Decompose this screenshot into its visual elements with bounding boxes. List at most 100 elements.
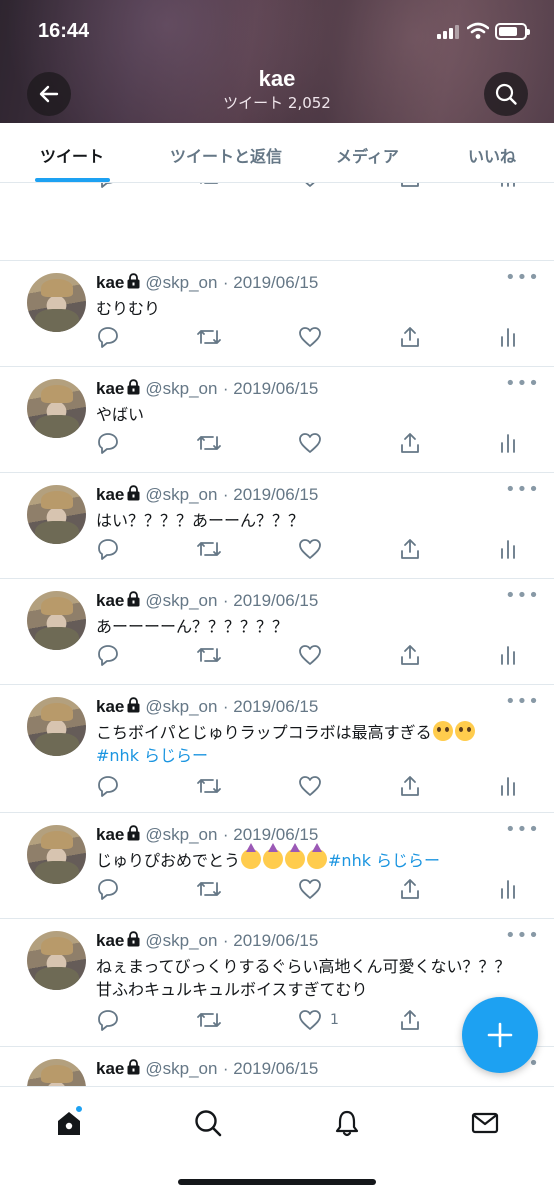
hashtag-link[interactable]: #nhk らじらー <box>96 746 208 765</box>
tweet-feed[interactable]: kae@skp_on · 2019/06/15•••ゆごじゅりやばい kae @sk… <box>0 183 554 1086</box>
like-button[interactable] <box>298 536 330 562</box>
lock-icon <box>127 697 140 713</box>
more-icon[interactable]: ••• <box>505 819 540 840</box>
author-name[interactable]: kae <box>96 591 124 610</box>
author-name[interactable]: kae <box>96 485 124 504</box>
author-name[interactable]: kae <box>96 379 124 398</box>
avatar[interactable] <box>27 379 86 438</box>
retweet-button[interactable] <box>196 324 222 350</box>
reply-button[interactable] <box>96 773 120 799</box>
more-icon[interactable]: ••• <box>505 925 540 946</box>
like-button[interactable] <box>298 430 330 456</box>
share-button[interactable] <box>398 1007 422 1033</box>
tweet-meta: kae @skp_on · 2019/06/15 <box>96 697 318 718</box>
share-icon <box>401 539 419 559</box>
author-name[interactable]: kae <box>96 1059 124 1078</box>
more-icon[interactable]: ••• <box>505 373 540 394</box>
author-handle: @skp_on <box>145 379 218 398</box>
like-button[interactable] <box>298 642 330 668</box>
nav-notifications[interactable] <box>329 1105 365 1141</box>
share-button[interactable] <box>398 642 422 668</box>
reply-button[interactable] <box>96 324 120 350</box>
tweet[interactable]: kae @skp_on · 2019/06/15 ••• あーーーーん？？？？？？ <box>0 579 554 685</box>
like-button[interactable] <box>298 183 330 190</box>
tab-tweets[interactable]: ツイート <box>40 143 104 167</box>
reply-button[interactable] <box>96 1007 120 1033</box>
retweet-button[interactable] <box>196 876 222 902</box>
more-icon[interactable]: ••• <box>505 585 540 606</box>
retweet-button[interactable] <box>196 773 222 799</box>
avatar[interactable] <box>27 273 86 332</box>
analytics-button[interactable] <box>498 876 518 902</box>
partying-face-emoji <box>263 843 284 869</box>
nav-home[interactable] <box>51 1105 87 1141</box>
share-button[interactable] <box>398 876 422 902</box>
analytics-button[interactable] <box>498 536 518 562</box>
avatar[interactable] <box>27 591 86 650</box>
reply-button[interactable] <box>96 642 120 668</box>
nav-messages[interactable] <box>467 1105 503 1141</box>
profile-name: kae <box>258 66 296 91</box>
protected-lock <box>126 485 141 506</box>
lock-icon <box>127 273 140 289</box>
avatar[interactable] <box>27 825 86 884</box>
analytics-button[interactable] <box>498 430 518 456</box>
more-icon[interactable]: ••• <box>505 479 540 500</box>
author-name[interactable]: kae <box>96 931 124 950</box>
like-button[interactable] <box>298 324 330 350</box>
tab-likes[interactable]: いいね <box>468 143 516 167</box>
author-handle: @skp_on <box>145 825 218 844</box>
more-icon[interactable]: ••• <box>505 267 540 288</box>
partying-face-emoji <box>285 843 306 869</box>
hashtag-link[interactable]: #nhk らじらー <box>328 851 440 870</box>
nav-explore[interactable] <box>190 1105 226 1141</box>
compose-tweet-button[interactable] <box>462 997 538 1073</box>
share-button[interactable] <box>398 324 422 350</box>
heart-icon <box>305 183 315 187</box>
analytics-button[interactable] <box>498 183 518 190</box>
tweet[interactable]: kae @skp_on · 2019/06/15 ••• じゅりぴおめでとう #nhk … <box>0 813 554 919</box>
tweet[interactable]: kae @skp_on · 2019/06/15 ••• やばい <box>0 367 554 473</box>
retweet-button[interactable] <box>196 430 222 456</box>
like-button[interactable] <box>298 773 330 799</box>
share-button[interactable] <box>398 536 422 562</box>
retweet-button[interactable] <box>196 1007 222 1033</box>
like-button[interactable] <box>298 876 330 902</box>
analytics-button[interactable] <box>498 324 518 350</box>
avatar[interactable] <box>27 697 86 756</box>
tweet[interactable]: kae@skp_on · 2019/06/15•••ゆごじゅりやばい <box>0 183 554 261</box>
author-name[interactable]: kae <box>96 273 124 292</box>
more-icon[interactable]: ••• <box>505 691 540 712</box>
tweet-text: ねぇまってびっくりするぐらい高地くん可愛くない？？？ <box>96 957 511 976</box>
analytics-button[interactable] <box>498 642 518 668</box>
reply-button[interactable] <box>96 876 120 902</box>
tweet-date: · 2019/06/15 <box>222 273 319 292</box>
avatar[interactable] <box>27 485 86 544</box>
share-icon <box>401 183 419 187</box>
reply-button[interactable] <box>96 183 120 190</box>
search-button[interactable] <box>484 72 528 116</box>
reply-button[interactable] <box>96 430 120 456</box>
retweet-button[interactable] <box>196 536 222 562</box>
lock-icon <box>127 825 140 841</box>
share-button[interactable] <box>398 773 422 799</box>
tab-tweets-and-replies[interactable]: ツイートと返信 <box>170 143 282 167</box>
tab-media[interactable]: メディア <box>336 143 399 167</box>
reply-button[interactable] <box>96 536 120 562</box>
pleading-face-emoji <box>454 721 475 741</box>
author-name[interactable]: kae <box>96 697 124 716</box>
tweet[interactable]: kae @skp_on · 2019/06/15 ••• はい？？？？あーーん？？？ <box>0 473 554 579</box>
author-name[interactable]: kae <box>96 825 124 844</box>
like-button[interactable]: 1 <box>298 1007 339 1033</box>
retweet-button[interactable] <box>196 642 222 668</box>
analytics-button[interactable] <box>498 773 518 799</box>
tweet[interactable]: kae @skp_on · 2019/06/15 ••• こちボイパとじゅりラップコラ… <box>0 685 554 813</box>
lock-icon <box>127 931 140 947</box>
avatar[interactable] <box>27 1059 86 1086</box>
protected-lock <box>126 931 141 952</box>
share-button[interactable] <box>398 183 422 190</box>
retweet-button[interactable] <box>196 183 222 190</box>
share-button[interactable] <box>398 430 422 456</box>
avatar[interactable] <box>27 931 86 990</box>
tweet[interactable]: kae @skp_on · 2019/06/15 ••• むりむり <box>0 261 554 367</box>
